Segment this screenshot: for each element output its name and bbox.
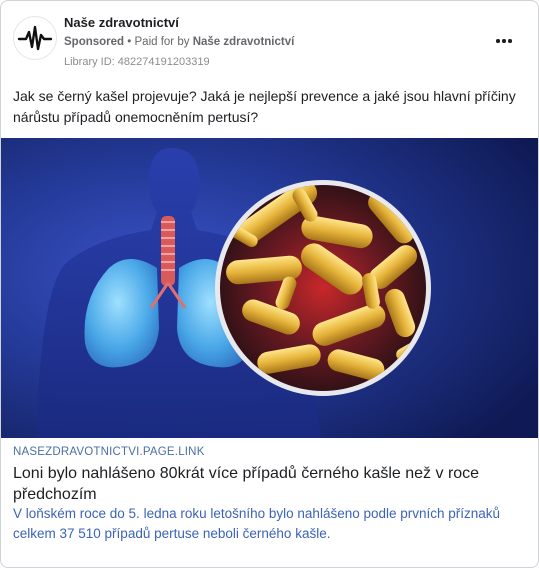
lungs-bacteria-illustration bbox=[1, 138, 538, 438]
ad-card: Naše zdravotnictví Sponsored • Paid for … bbox=[0, 0, 539, 568]
paid-for-by-label: Paid for by bbox=[134, 36, 190, 48]
page-avatar[interactable] bbox=[13, 16, 57, 60]
ad-meta: Sponsored • Paid for by Naše zdravotnict… bbox=[64, 36, 294, 48]
page-name[interactable]: Naše zdravotnictví bbox=[64, 15, 179, 30]
ad-primary-text: Jak se černý kašel projevuje? Jaká je ne… bbox=[13, 88, 516, 125]
sponsored-label: Sponsored bbox=[64, 36, 125, 48]
ad-link-preview[interactable]: NASEZDRAVOTNICTVI.PAGE.LINK Loni bylo na… bbox=[1, 438, 538, 567]
library-id: Library ID: 482274191203319 bbox=[64, 56, 210, 68]
more-options-button[interactable] bbox=[492, 31, 516, 51]
paid-for-by-name[interactable]: Naše zdravotnictví bbox=[193, 36, 295, 48]
link-domain[interactable]: NASEZDRAVOTNICTVI.PAGE.LINK bbox=[13, 446, 205, 458]
meta-separator: • bbox=[127, 36, 132, 48]
heartbeat-logo-icon bbox=[17, 25, 53, 51]
more-horizontal-icon bbox=[496, 39, 500, 43]
ad-header: Naše zdravotnictví Sponsored • Paid for … bbox=[1, 1, 538, 77]
link-description[interactable]: V loňském roce do 5. ledna roku letošníh… bbox=[13, 504, 525, 544]
ad-image[interactable] bbox=[1, 138, 538, 438]
link-headline[interactable]: Loni bylo nahlášeno 80krát více případů … bbox=[13, 463, 513, 505]
